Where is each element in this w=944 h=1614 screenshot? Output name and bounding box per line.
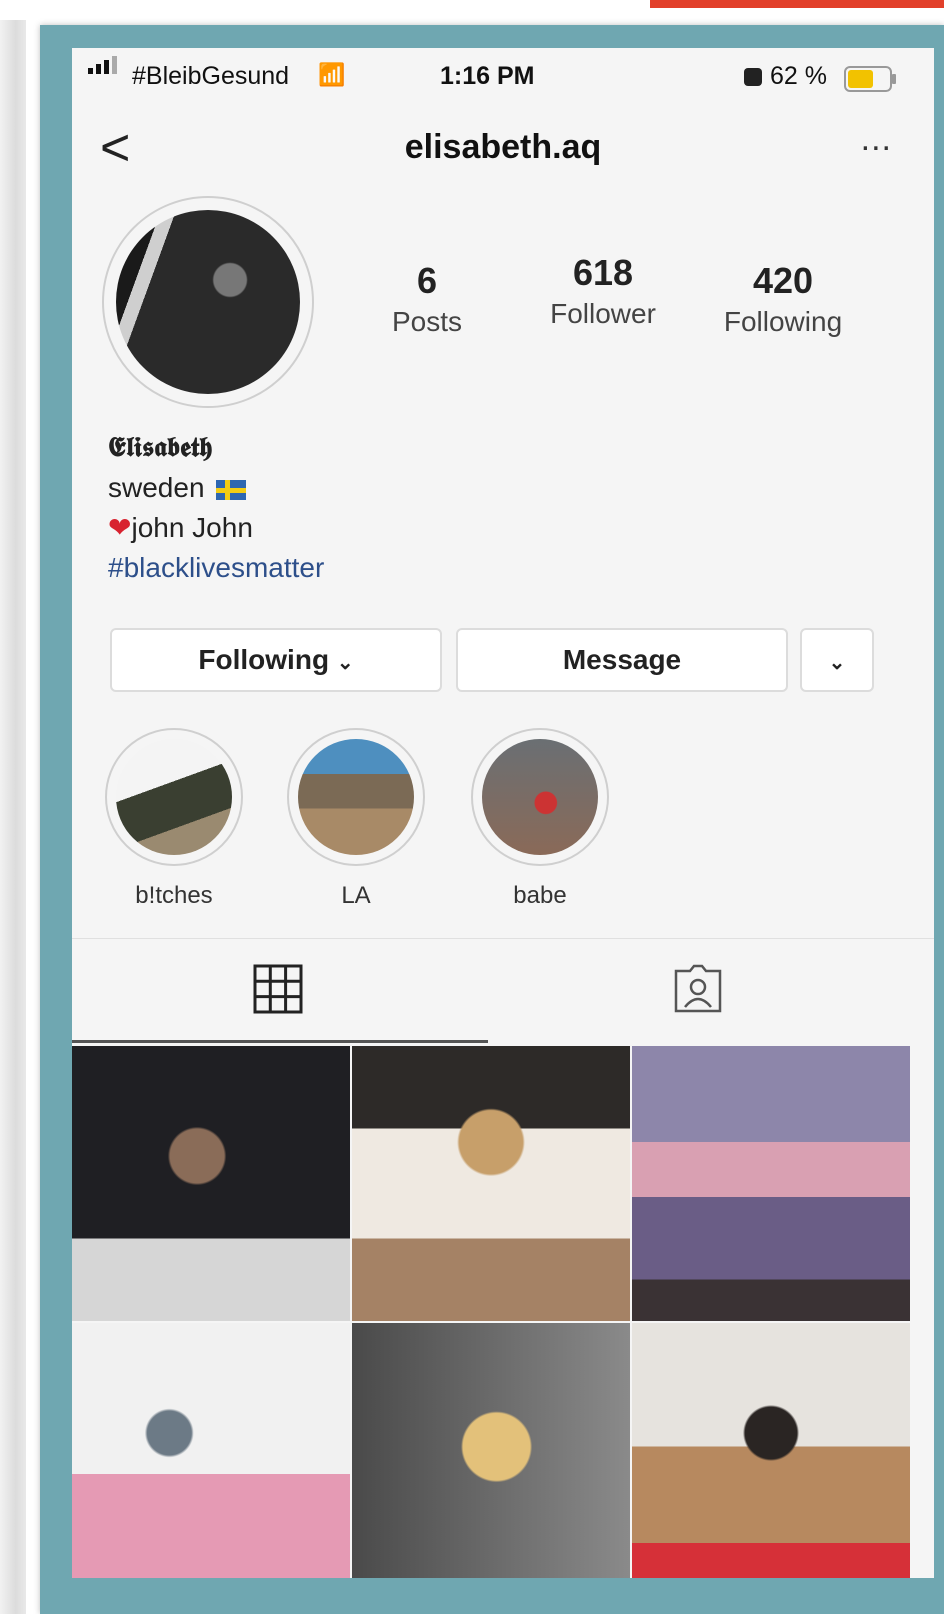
following-button-label: Following	[198, 644, 330, 675]
profile-tabs	[72, 938, 934, 1039]
alarm-icon	[744, 68, 762, 86]
active-tab-indicator	[72, 1040, 488, 1043]
heart-icon: ❤	[108, 512, 132, 543]
tagged-person-icon[interactable]	[672, 963, 724, 1015]
stat-value: 618	[572, 252, 634, 293]
stat-followers[interactable]: 618 Follower	[518, 252, 688, 330]
phone-screen: #BleibGesund 📶 1:16 PM 62 % < elisabeth.…	[72, 48, 934, 1578]
bio-line-heart: ❤john John	[108, 508, 324, 548]
following-button[interactable]: Following ⌄	[110, 628, 442, 692]
post-thumbnail[interactable]	[632, 1046, 910, 1321]
story-highlight[interactable]: b!tches	[104, 728, 244, 910]
highlight-label: b!tches	[135, 882, 213, 909]
bio-country-text: sweden	[108, 472, 205, 503]
more-horizontal-icon[interactable]: ...	[861, 120, 892, 159]
bio-hashtag-link[interactable]: #blacklivesmatter	[108, 548, 324, 588]
battery-percent: 62 %	[770, 62, 827, 90]
post-thumbnail[interactable]	[352, 1046, 630, 1321]
left-background-strip	[0, 20, 26, 1614]
stat-value: 6	[416, 260, 438, 301]
post-thumbnail[interactable]	[352, 1323, 630, 1578]
bio-heart-text: john John	[131, 512, 253, 543]
post-thumbnail[interactable]	[632, 1323, 910, 1578]
status-time: 1:16 PM	[440, 62, 535, 90]
highlight-cover	[482, 739, 598, 855]
top-red-bar	[650, 0, 944, 8]
carrier-label: #BleibGesund	[132, 62, 290, 90]
stat-following[interactable]: 420 Following	[698, 260, 868, 338]
highlight-cover	[116, 739, 232, 855]
avatar	[116, 210, 300, 394]
stat-posts[interactable]: 6 Posts	[342, 260, 512, 338]
chevron-down-icon: ⌄	[336, 652, 354, 674]
story-highlight[interactable]: LA	[286, 728, 426, 910]
post-grid	[72, 1046, 934, 1578]
sweden-flag-icon	[216, 479, 247, 500]
highlight-label: babe	[513, 882, 567, 909]
display-name: 𝕰𝖑𝖎𝖘𝖆𝖇𝖊𝖙𝖍	[108, 432, 213, 463]
post-thumbnail[interactable]	[72, 1323, 350, 1578]
message-button[interactable]: Message	[456, 628, 788, 692]
story-highlight[interactable]: babe	[470, 728, 610, 910]
suggested-accounts-button[interactable]: ⌄	[800, 628, 874, 692]
status-bar: #BleibGesund 📶 1:16 PM 62 %	[72, 48, 934, 110]
stat-value: 420	[752, 260, 814, 301]
stat-label: Posts	[391, 306, 463, 337]
battery-icon	[844, 66, 896, 92]
stat-label: Follower	[550, 298, 656, 329]
stat-label: Following	[723, 306, 843, 337]
profile-bio: 𝕰𝖑𝖎𝖘𝖆𝖇𝖊𝖙𝖍 sweden ❤john John #blacklivesm…	[108, 428, 324, 588]
wifi-icon: 📶	[318, 62, 346, 87]
bio-line-country: sweden	[108, 468, 324, 508]
highlight-label: LA	[341, 882, 371, 909]
highlight-cover	[298, 739, 414, 855]
grid-icon[interactable]	[252, 963, 304, 1015]
profile-nav-bar: < elisabeth.aq ...	[72, 110, 934, 190]
profile-username: elisabeth.aq	[404, 128, 602, 166]
post-thumbnail[interactable]	[72, 1046, 350, 1321]
profile-avatar-ring[interactable]	[102, 196, 314, 408]
chevron-down-icon: ⌄	[828, 652, 846, 674]
